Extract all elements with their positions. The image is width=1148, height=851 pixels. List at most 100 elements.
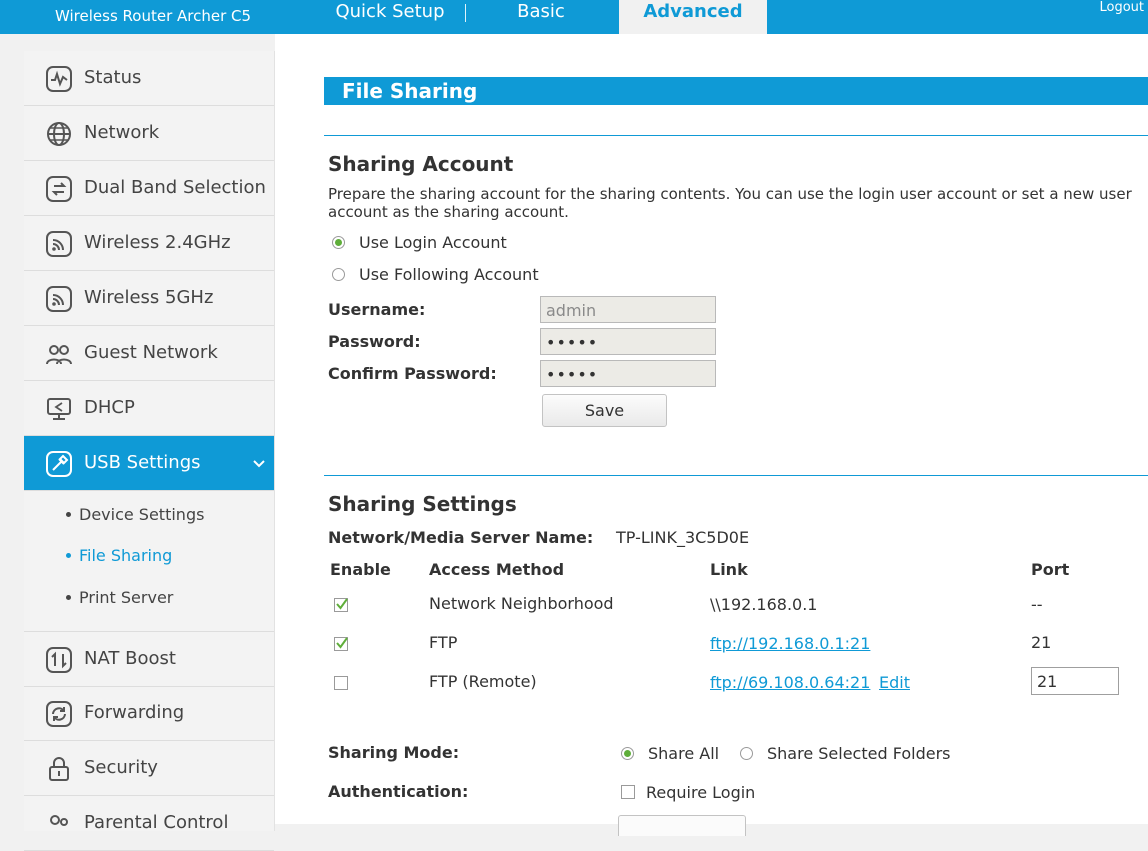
sidebar-item-usb-settings[interactable]: USB Settings — [24, 436, 274, 491]
sidebar-item-wireless-5[interactable]: Wireless 5GHz — [24, 271, 274, 326]
bullet-icon — [66, 512, 71, 517]
link-network-neighborhood: \\192.168.0.1 — [710, 595, 818, 614]
submenu-label: Print Server — [79, 588, 174, 607]
sidebar-item-dual-band[interactable]: Dual Band Selection — [24, 161, 274, 216]
share-all-radio[interactable] — [621, 747, 634, 760]
server-name-label: Network/Media Server Name: — [328, 528, 594, 547]
wireless-icon — [46, 231, 72, 257]
column-header-access-method: Access Method — [429, 560, 565, 579]
use-login-account-radio[interactable] — [332, 236, 345, 249]
checkmark-icon — [336, 598, 348, 610]
forwarding-icon — [46, 701, 72, 727]
checkmark-icon — [336, 637, 348, 649]
sidebar-item-label: Forwarding — [84, 702, 185, 723]
sidebar-item-security[interactable]: Security — [24, 741, 274, 796]
monitor-share-icon — [47, 398, 71, 420]
authentication-label: Authentication: — [328, 782, 469, 801]
sidebar-item-label: Wireless 2.4GHz — [84, 232, 231, 253]
usb-icon — [46, 451, 72, 477]
top-bar: Wireless Router Archer C5 Quick Setup Ba… — [0, 0, 1148, 34]
partial-button[interactable] — [618, 815, 746, 836]
require-login-checkbox[interactable] — [621, 785, 635, 799]
share-selected-folders-label: Share Selected Folders — [767, 744, 951, 763]
logout-link[interactable]: Logout — [1099, 0, 1144, 15]
page-title-text: File Sharing — [342, 79, 478, 103]
chevron-down-icon — [253, 460, 265, 468]
section-divider — [324, 475, 1148, 476]
lock-icon — [49, 757, 69, 781]
sidebar-item-network[interactable]: Network — [24, 106, 274, 161]
port-ftp: 21 — [1031, 633, 1052, 652]
edit-link[interactable]: Edit — [879, 673, 910, 692]
share-all-label: Share All — [648, 744, 720, 763]
sidebar-item-label: Status — [84, 67, 142, 88]
main-content: File Sharing Sharing Account Prepare the… — [275, 34, 1148, 836]
column-header-port: Port — [1031, 560, 1070, 579]
tab-quick-setup[interactable]: Quick Setup — [322, 0, 458, 34]
sidebar-item-wireless-24[interactable]: Wireless 2.4GHz — [24, 216, 274, 271]
pulse-icon — [46, 66, 72, 92]
enable-checkbox-ftp-remote[interactable] — [334, 676, 348, 690]
tab-advanced[interactable]: Advanced — [619, 0, 767, 34]
submenu-print-server[interactable]: Print Server — [66, 588, 173, 607]
column-header-link: Link — [710, 560, 748, 579]
username-label: Username: — [328, 300, 426, 319]
globe-icon — [47, 122, 71, 146]
sidebar: Status Network Dual Band Selection Wirel… — [24, 51, 275, 851]
sidebar-item-label: Dual Band Selection — [84, 177, 266, 198]
enable-checkbox-network-neighborhood[interactable] — [334, 598, 348, 612]
sidebar-item-nat-boost[interactable]: NAT Boost — [24, 631, 274, 687]
access-method-ftp: FTP — [429, 633, 458, 652]
page-title: File Sharing — [324, 77, 1148, 105]
username-field[interactable]: admin — [540, 296, 716, 323]
sidebar-item-label: Parental Control — [84, 812, 229, 833]
sidebar-item-label: NAT Boost — [84, 648, 176, 669]
port-network-neighborhood: -- — [1031, 595, 1043, 614]
dual-band-icon — [46, 176, 72, 202]
sharing-mode-label: Sharing Mode: — [328, 743, 460, 762]
submenu-device-settings[interactable]: Device Settings — [66, 505, 204, 524]
sharing-account-title: Sharing Account — [328, 152, 514, 176]
sidebar-item-label: Wireless 5GHz — [84, 287, 214, 308]
enable-checkbox-ftp[interactable] — [334, 637, 348, 651]
bullet-icon — [66, 595, 71, 600]
link-ftp-remote[interactable]: ftp://69.108.0.64:21 — [710, 673, 870, 692]
sidebar-item-label: Guest Network — [84, 342, 218, 363]
sidebar-item-guest-network[interactable]: Guest Network — [24, 326, 274, 381]
password-field[interactable]: ••••• — [540, 328, 716, 355]
use-login-account-label: Use Login Account — [359, 233, 507, 252]
sidebar-item-dhcp[interactable]: DHCP — [24, 381, 274, 436]
sharing-settings-title: Sharing Settings — [328, 492, 517, 516]
sidebar-item-forwarding[interactable]: Forwarding — [24, 686, 274, 741]
port-input-ftp-remote[interactable]: 21 — [1031, 667, 1119, 695]
save-button[interactable]: Save — [542, 394, 667, 427]
use-following-account-radio[interactable] — [332, 268, 345, 281]
nat-boost-icon — [46, 647, 72, 673]
use-following-account-label: Use Following Account — [359, 265, 539, 284]
server-name-value: TP-LINK_3C5D0E — [616, 528, 750, 547]
confirm-password-field[interactable]: ••••• — [540, 360, 716, 387]
share-selected-folders-radio[interactable] — [740, 747, 753, 760]
tab-basic[interactable]: Basic — [472, 0, 610, 34]
require-login-label: Require Login — [646, 783, 756, 802]
sidebar-item-label: DHCP — [84, 397, 135, 418]
sidebar-item-status[interactable]: Status — [24, 51, 274, 106]
submenu-file-sharing[interactable]: File Sharing — [66, 546, 172, 565]
password-label: Password: — [328, 332, 421, 351]
confirm-password-label: Confirm Password: — [328, 364, 497, 383]
router-model: Wireless Router Archer C5 — [55, 7, 252, 25]
section-divider — [324, 135, 1148, 136]
column-header-enable: Enable — [330, 560, 391, 579]
tab-divider — [465, 4, 466, 22]
sharing-account-description: Prepare the sharing account for the shar… — [328, 185, 1132, 221]
access-method-network-neighborhood: Network Neighborhood — [429, 594, 614, 613]
submenu-label: Device Settings — [79, 505, 205, 524]
wireless-icon — [46, 286, 72, 312]
sidebar-item-label: USB Settings — [84, 452, 201, 473]
submenu-label: File Sharing — [79, 546, 173, 565]
guest-users-icon — [46, 345, 72, 365]
sidebar-item-label: Network — [84, 122, 160, 143]
access-method-ftp-remote: FTP (Remote) — [429, 672, 537, 691]
link-ftp[interactable]: ftp://192.168.0.1:21 — [710, 634, 870, 653]
sidebar-item-label: Security — [84, 757, 158, 778]
